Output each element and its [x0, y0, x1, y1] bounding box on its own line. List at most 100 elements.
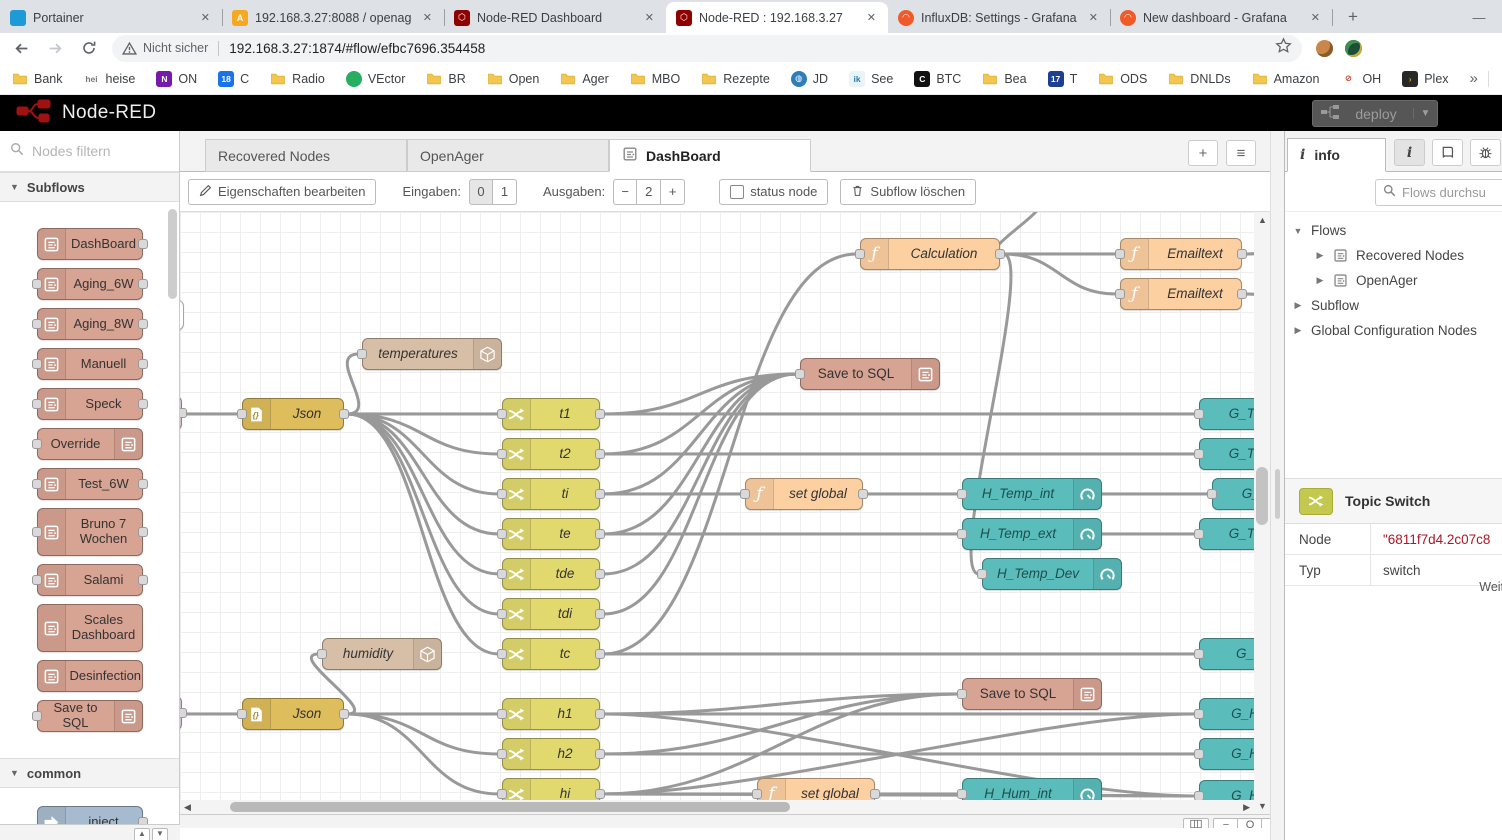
clipped-node[interactable]: [180, 396, 182, 430]
inputs-option-1[interactable]: 1: [493, 179, 517, 205]
input-port[interactable]: [1207, 489, 1217, 499]
input-port[interactable]: [32, 575, 42, 585]
output-port[interactable]: [138, 479, 148, 489]
output-port[interactable]: [1237, 249, 1247, 259]
output-port[interactable]: [595, 409, 605, 419]
bookmark-item[interactable]: DNLDs: [1168, 71, 1230, 87]
flow-node-h_temp_int[interactable]: H_Temp_int: [962, 478, 1102, 510]
input-port[interactable]: [497, 649, 507, 659]
flow-node-tdi[interactable]: tdi: [502, 598, 600, 630]
output-port[interactable]: [138, 817, 148, 824]
output-port[interactable]: [339, 709, 349, 719]
output-port[interactable]: [595, 569, 605, 579]
outputs-decrement-button[interactable]: −: [613, 179, 637, 205]
flows-search-input[interactable]: [1402, 185, 1502, 200]
flow-node-set-global[interactable]: ƒset global: [745, 478, 863, 510]
input-port[interactable]: [855, 249, 865, 259]
flow-node-tc[interactable]: tc: [502, 638, 600, 670]
palette-node[interactable]: DashBoard: [37, 228, 143, 260]
input-port[interactable]: [32, 439, 42, 449]
output-port[interactable]: [995, 249, 1005, 259]
url-text[interactable]: 192.168.3.27:1874/#flow/efbc7696.354458: [229, 41, 1275, 56]
bookmark-item[interactable]: ⊘OH: [1340, 71, 1381, 87]
input-port[interactable]: [1115, 249, 1125, 259]
input-port[interactable]: [32, 527, 42, 537]
output-port[interactable]: [858, 489, 868, 499]
chevron-down-icon[interactable]: ▼: [1293, 226, 1303, 236]
tab-info[interactable]: i info: [1287, 138, 1386, 172]
output-port[interactable]: [595, 449, 605, 459]
palette-expand-button[interactable]: ▼: [152, 828, 168, 840]
input-port[interactable]: [957, 489, 967, 499]
input-port[interactable]: [32, 479, 42, 489]
bookmark-star-icon[interactable]: [1275, 37, 1292, 59]
palette-node[interactable]: Scales Dashboard: [37, 604, 143, 652]
palette-node[interactable]: Bruno 7 Wochen: [37, 508, 143, 556]
scroll-down-icon[interactable]: ▼: [1258, 801, 1267, 811]
input-port[interactable]: [32, 279, 42, 289]
wire[interactable]: [347, 354, 359, 414]
input-port[interactable]: [497, 529, 507, 539]
cookie-extension-icon[interactable]: [1316, 40, 1333, 57]
input-port[interactable]: [32, 359, 42, 369]
palette-node[interactable]: Test_6W: [37, 468, 143, 500]
flow-node-h2[interactable]: h2: [502, 738, 600, 770]
output-port[interactable]: [138, 527, 148, 537]
sidebar-tool-help-icon[interactable]: [1432, 139, 1463, 166]
bookmark-item[interactable]: Bank: [12, 71, 63, 87]
input-port[interactable]: [497, 449, 507, 459]
tree-item-flows[interactable]: ▼Flows: [1293, 218, 1502, 243]
output-port[interactable]: [339, 409, 349, 419]
bookmark-item[interactable]: ◍JD: [791, 71, 828, 87]
tree-item-openager[interactable]: ▶OpenAger: [1293, 268, 1502, 293]
input-port[interactable]: [1115, 289, 1125, 299]
output-port[interactable]: [595, 489, 605, 499]
input-port[interactable]: [497, 789, 507, 799]
bookmark-item[interactable]: NON: [156, 71, 197, 87]
scroll-up-icon[interactable]: ▲: [1258, 215, 1267, 225]
browser-tab[interactable]: ⬡Node-RED : 192.168.3.27✕: [666, 2, 888, 33]
bookmark-item[interactable]: Amazon: [1252, 71, 1320, 87]
flow-node-emailtext[interactable]: ƒEmailtext: [1120, 238, 1242, 270]
output-port[interactable]: [1237, 289, 1247, 299]
wire[interactable]: [347, 414, 499, 614]
browser-tab[interactable]: ◠InfluxDB: Settings - Grafana✕: [888, 2, 1110, 33]
palette-collapse-button[interactable]: ▲: [134, 828, 150, 840]
output-port[interactable]: [595, 649, 605, 659]
bookmark-item[interactable]: Bea: [982, 71, 1026, 87]
sidebar-splitter[interactable]: [1270, 131, 1284, 840]
input-port[interactable]: [497, 749, 507, 759]
output-port[interactable]: [180, 408, 187, 418]
globe-extension-icon[interactable]: [1345, 40, 1362, 57]
wire[interactable]: [347, 714, 499, 754]
input-port[interactable]: [497, 409, 507, 419]
inputs-option-0[interactable]: 0: [469, 179, 493, 205]
bookmark-item[interactable]: MBO: [630, 71, 680, 87]
status-node-toggle[interactable]: status node: [719, 179, 828, 205]
flow-node-t2[interactable]: t2: [502, 438, 600, 470]
output-port[interactable]: [180, 708, 187, 718]
input-port[interactable]: [795, 369, 805, 379]
edit-properties-button[interactable]: Eigenschaften bearbeiten: [188, 179, 376, 205]
zoom-reset-button[interactable]: O: [1237, 818, 1263, 828]
input-port[interactable]: [497, 609, 507, 619]
flow-node-humidity[interactable]: humidity: [322, 638, 442, 670]
palette-node[interactable]: Speck: [37, 388, 143, 420]
zoom-out-button[interactable]: −: [1213, 818, 1239, 828]
show-more-link[interactable]: Weite: [1479, 580, 1502, 594]
tab-close-icon[interactable]: ✕: [1307, 9, 1324, 26]
palette-node[interactable]: Desinfection: [37, 660, 143, 692]
input-port[interactable]: [957, 689, 967, 699]
output-port[interactable]: [138, 239, 148, 249]
wire[interactable]: [1003, 254, 1117, 294]
input-port[interactable]: [237, 409, 247, 419]
list-flows-button[interactable]: ≡: [1226, 140, 1256, 166]
tab-close-icon[interactable]: ✕: [419, 9, 436, 26]
other-bookmarks[interactable]: Weite: [1488, 71, 1502, 87]
add-flow-button[interactable]: +: [1188, 140, 1218, 166]
bookmark-item[interactable]: BR: [426, 71, 465, 87]
clipped-node[interactable]: [180, 300, 184, 330]
output-port[interactable]: [138, 575, 148, 585]
clipped-node[interactable]: [180, 696, 182, 730]
output-port[interactable]: [595, 609, 605, 619]
